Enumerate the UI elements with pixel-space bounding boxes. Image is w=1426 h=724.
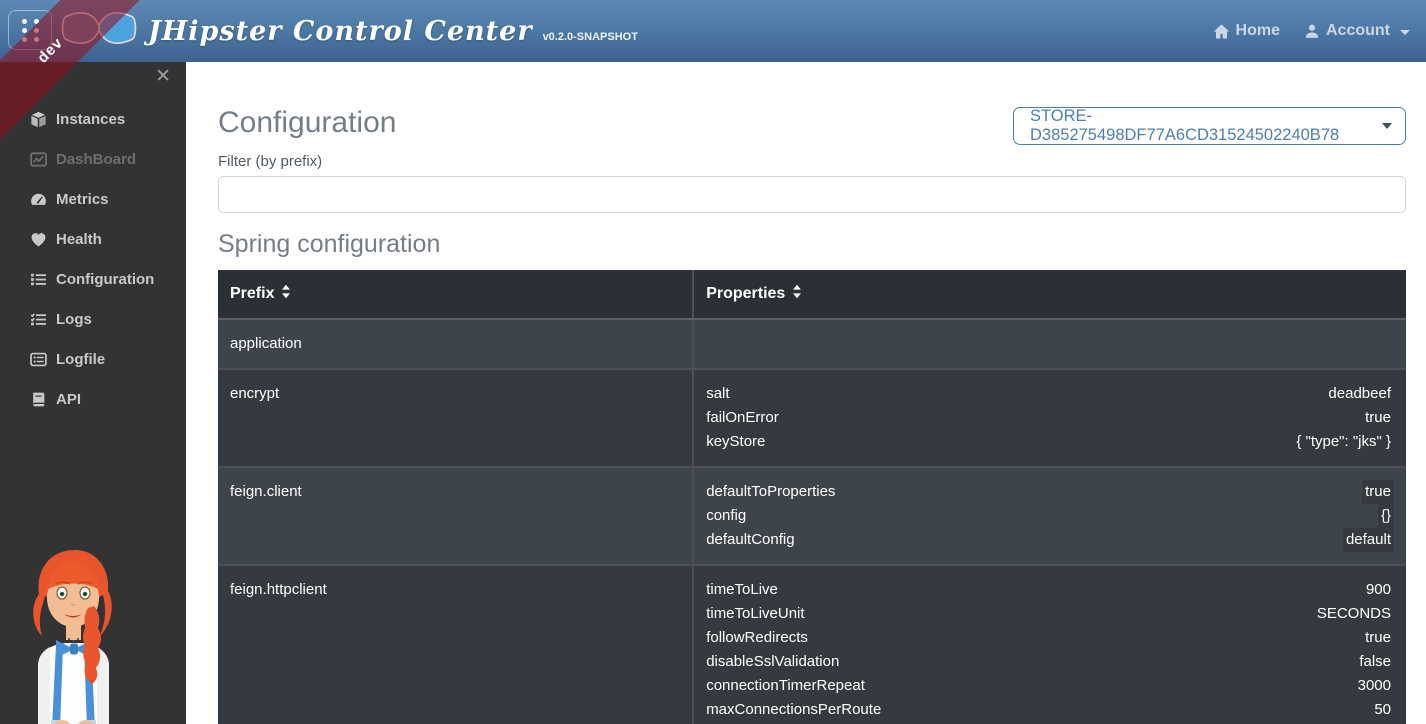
- brand-home-link[interactable]: JHipster Control Center v0.2.0-SNAPSHOT: [58, 2, 638, 54]
- table-row: application: [218, 319, 1406, 369]
- sidebar-item-instances[interactable]: Instances: [0, 99, 186, 139]
- grip-icon: [22, 19, 39, 42]
- filter-input[interactable]: [218, 176, 1406, 213]
- prefix-cell: encrypt: [218, 369, 693, 467]
- table-row: feign.httpclient timeToLive 900 timeToLiveU…: [218, 565, 1406, 724]
- sidebar-item-configuration[interactable]: Configuration: [0, 259, 186, 299]
- sidebar-item-health[interactable]: Health: [0, 219, 186, 259]
- property-value: true: [1362, 480, 1394, 504]
- sidebar-item-api[interactable]: API: [0, 379, 186, 419]
- instance-select[interactable]: STORE-D385275498DF77A6CD31524502240B78: [1013, 107, 1406, 145]
- table-head: PrefixProperties: [218, 270, 1406, 319]
- table-body: applicationencrypt salt deadbeef failOnErro…: [218, 319, 1406, 724]
- gauge-icon: [30, 191, 47, 208]
- property-key: salt: [706, 382, 729, 406]
- sidebar: ✕ Instances DashBoard Metrics Health Con…: [0, 62, 186, 724]
- sidebar-menu: Instances DashBoard Metrics Health Confi…: [0, 99, 186, 419]
- prefix-cell: application: [218, 319, 693, 369]
- property-value: default: [1343, 528, 1394, 552]
- book-icon: [30, 391, 47, 408]
- properties-cell: [693, 319, 1406, 369]
- top-navbar: JHipster Control Center v0.2.0-SNAPSHOT …: [0, 0, 1426, 62]
- property-key: timeToLiveUnit: [706, 602, 804, 626]
- sidebar-item-dashboard[interactable]: DashBoard: [0, 139, 186, 179]
- property-key: connectionTimerRepeat: [706, 674, 865, 698]
- prefix-cell: feign.httpclient: [218, 565, 693, 724]
- sort-icon: [281, 284, 291, 304]
- property-value: SECONDS: [1314, 602, 1394, 626]
- column-header-properties[interactable]: Properties: [693, 270, 1406, 319]
- heart-icon: [30, 231, 47, 248]
- property-value: 900: [1363, 578, 1394, 602]
- tasks-icon: [30, 311, 47, 328]
- property-value: { "type": "jks" }: [1293, 430, 1394, 454]
- property-key: disableSslValidation: [706, 650, 839, 674]
- properties-cell: salt deadbeef failOnError true keyStore { "ty…: [693, 369, 1406, 467]
- property-key: defaultToProperties: [706, 480, 835, 504]
- property-value: {}: [1378, 504, 1394, 528]
- properties-cell: defaultToProperties true config {} defaultCo…: [693, 467, 1406, 565]
- property-value: true: [1362, 626, 1394, 650]
- prefix-cell: feign.client: [218, 467, 693, 565]
- properties-cell: timeToLive 900 timeToLiveUnit SECONDS follow…: [693, 565, 1406, 724]
- main-content: Configuration STORE-D385275498DF77A6CD31…: [186, 62, 1426, 724]
- jhipster-control-center-app: JHipster Control Center v0.2.0-SNAPSHOT …: [0, 0, 1426, 724]
- property-key: config: [706, 504, 746, 528]
- chart-icon: [30, 151, 47, 168]
- sidebar-item-logfile[interactable]: Logfile: [0, 339, 186, 379]
- filter-label: Filter (by prefix): [218, 153, 1406, 170]
- section-title: Spring configuration: [218, 230, 1406, 259]
- brand-title: JHipster Control Center: [148, 16, 533, 47]
- nav-home-link[interactable]: Home: [1213, 22, 1280, 40]
- list-icon: [30, 271, 47, 288]
- user-icon: [1304, 23, 1320, 39]
- chevron-down-icon: [1400, 30, 1410, 35]
- grip-menu-button[interactable]: [8, 10, 52, 50]
- property-value: deadbeef: [1325, 382, 1394, 406]
- property-key: followRedirects: [706, 626, 808, 650]
- brand-version: v0.2.0-SNAPSHOT: [543, 31, 638, 43]
- home-icon: [1213, 23, 1230, 40]
- property-key: timeToLive: [706, 578, 778, 602]
- listalt-icon: [30, 351, 47, 368]
- spring-configuration-table: PrefixProperties applicationencrypt salt d…: [218, 270, 1406, 724]
- property-key: maxConnectionsPerRoute: [706, 698, 881, 722]
- table-row: feign.client defaultToProperties true confi…: [218, 467, 1406, 565]
- jhipster-mascot-illustration: [16, 546, 134, 724]
- cube-icon: [30, 111, 47, 128]
- sidebar-item-logs[interactable]: Logs: [0, 299, 186, 339]
- nav-account-menu[interactable]: Account: [1304, 22, 1410, 40]
- nav-home-label: Home: [1236, 22, 1280, 40]
- property-value: true: [1362, 406, 1394, 430]
- instance-select-value: STORE-D385275498DF77A6CD31524502240B78: [1030, 107, 1382, 145]
- property-value: 50: [1371, 698, 1394, 722]
- sidebar-close-icon[interactable]: ✕: [155, 67, 171, 86]
- property-key: failOnError: [706, 406, 779, 430]
- jhipster-bowtie-logo-icon: [58, 2, 140, 54]
- column-header-prefix[interactable]: Prefix: [218, 270, 693, 319]
- sort-icon: [792, 284, 802, 304]
- table-row: encrypt salt deadbeef failOnError true keySto…: [218, 369, 1406, 467]
- select-caret-icon: [1382, 123, 1392, 129]
- property-key: keyStore: [706, 430, 765, 454]
- property-key: defaultConfig: [706, 528, 794, 552]
- property-value: false: [1356, 650, 1394, 674]
- sidebar-item-metrics[interactable]: Metrics: [0, 179, 186, 219]
- property-value: 3000: [1355, 674, 1394, 698]
- nav-account-label: Account: [1326, 22, 1390, 40]
